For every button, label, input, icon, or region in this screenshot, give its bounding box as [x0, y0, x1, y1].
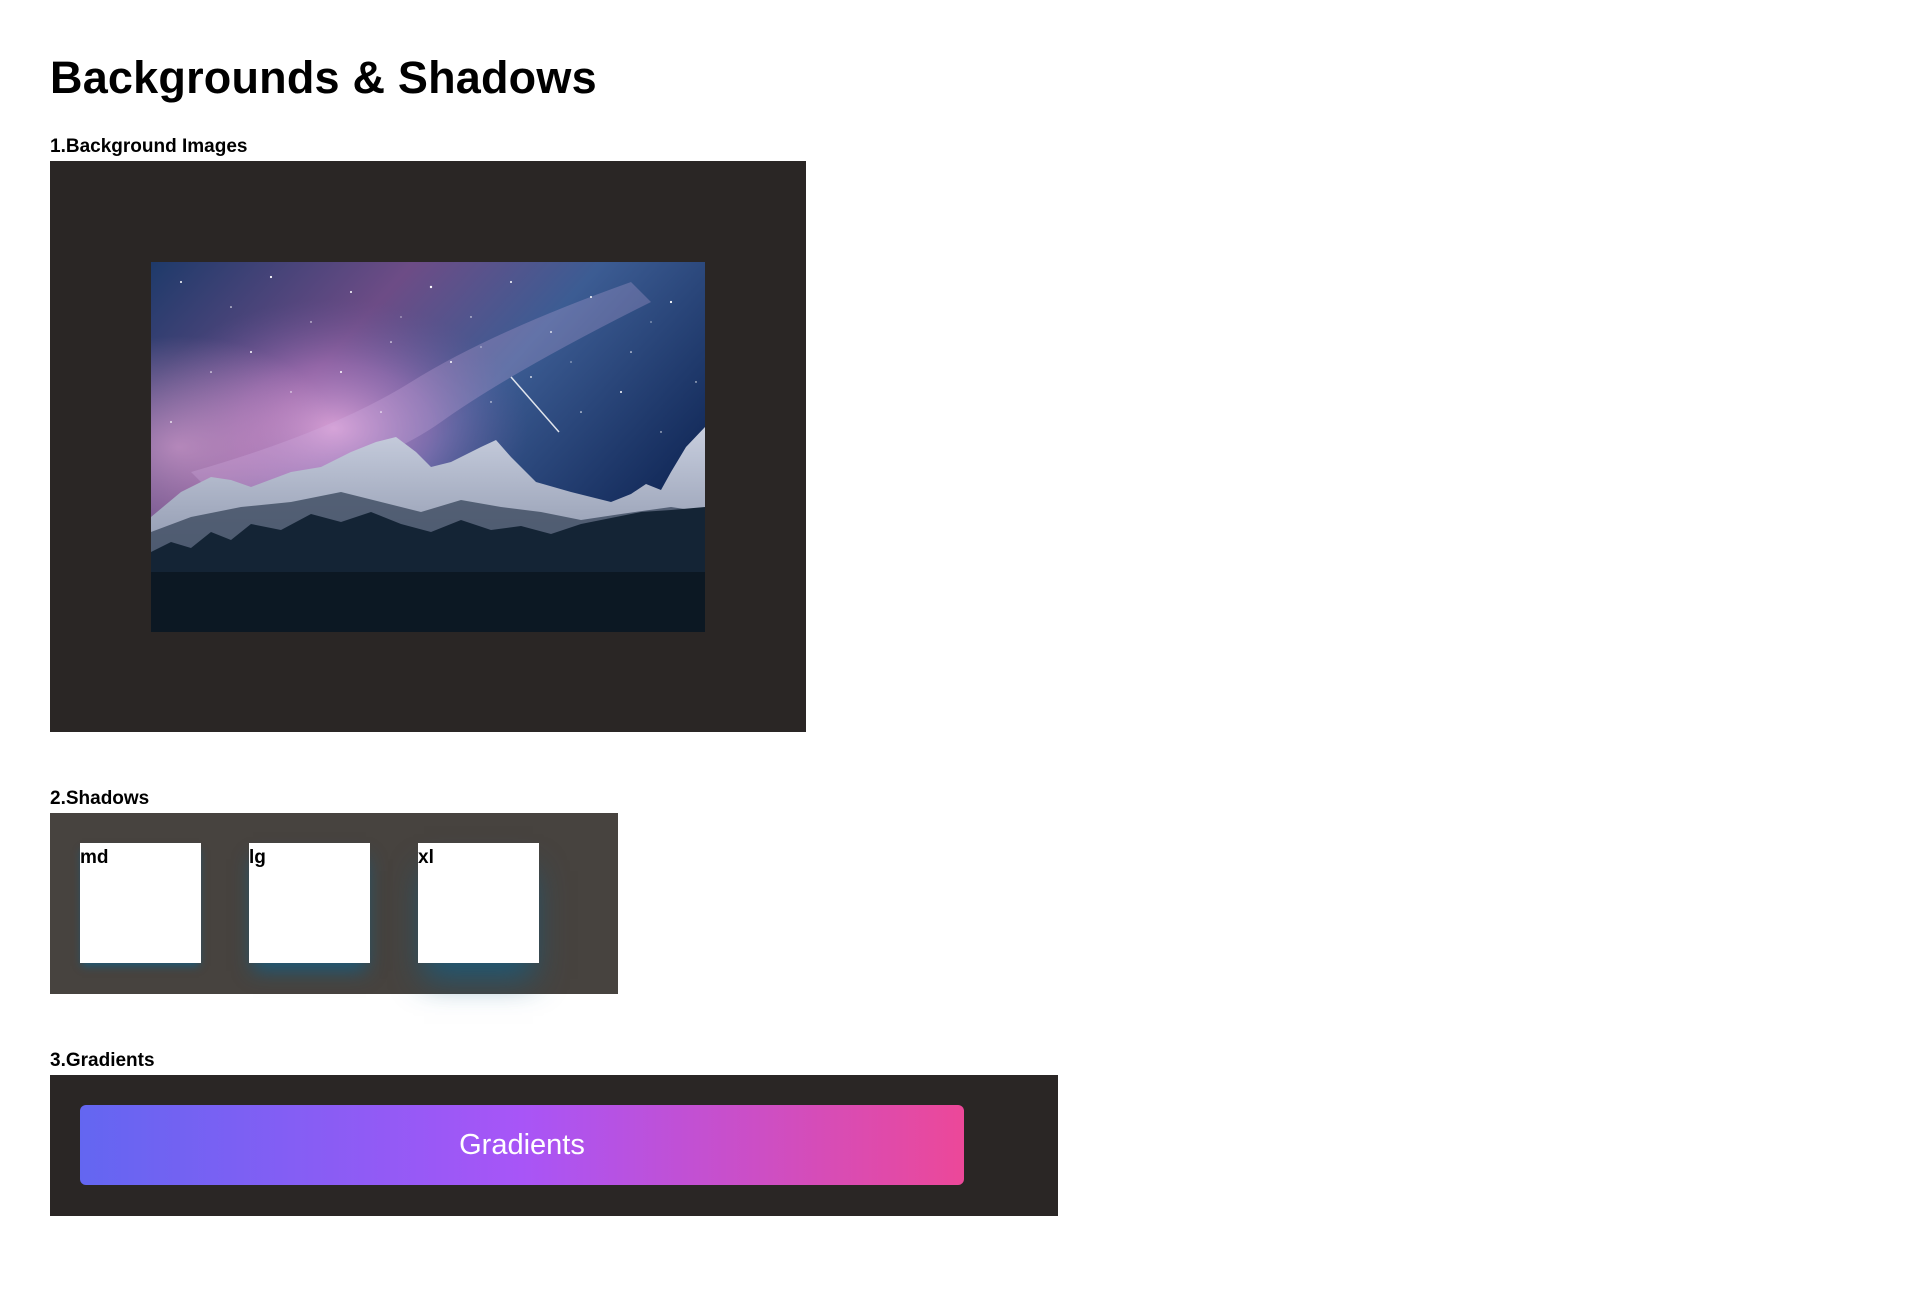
mountain-night-sky-image: [151, 262, 705, 632]
shadows-panel: md lg xl: [50, 813, 618, 994]
section-label-background-images: 1.Background Images: [50, 136, 248, 157]
shadow-box-lg: lg: [249, 843, 370, 963]
section-label-shadows: 2.Shadows: [50, 788, 150, 809]
shadow-box-label: xl: [418, 847, 434, 868]
shadow-box-md: md: [80, 843, 201, 963]
shadow-box-label: md: [80, 847, 109, 868]
shadow-box-xl: xl: [418, 843, 539, 963]
background-images-panel: [50, 161, 806, 732]
page: Backgrounds & Shadows 1.Background Image…: [0, 0, 1920, 1307]
page-title: Backgrounds & Shadows: [50, 52, 597, 103]
gradients-panel: Gradients: [50, 1075, 1058, 1216]
section-label-gradients: 3.Gradients: [50, 1050, 155, 1071]
shadow-box-label: lg: [249, 847, 266, 868]
gradients-button[interactable]: Gradients: [80, 1105, 964, 1185]
